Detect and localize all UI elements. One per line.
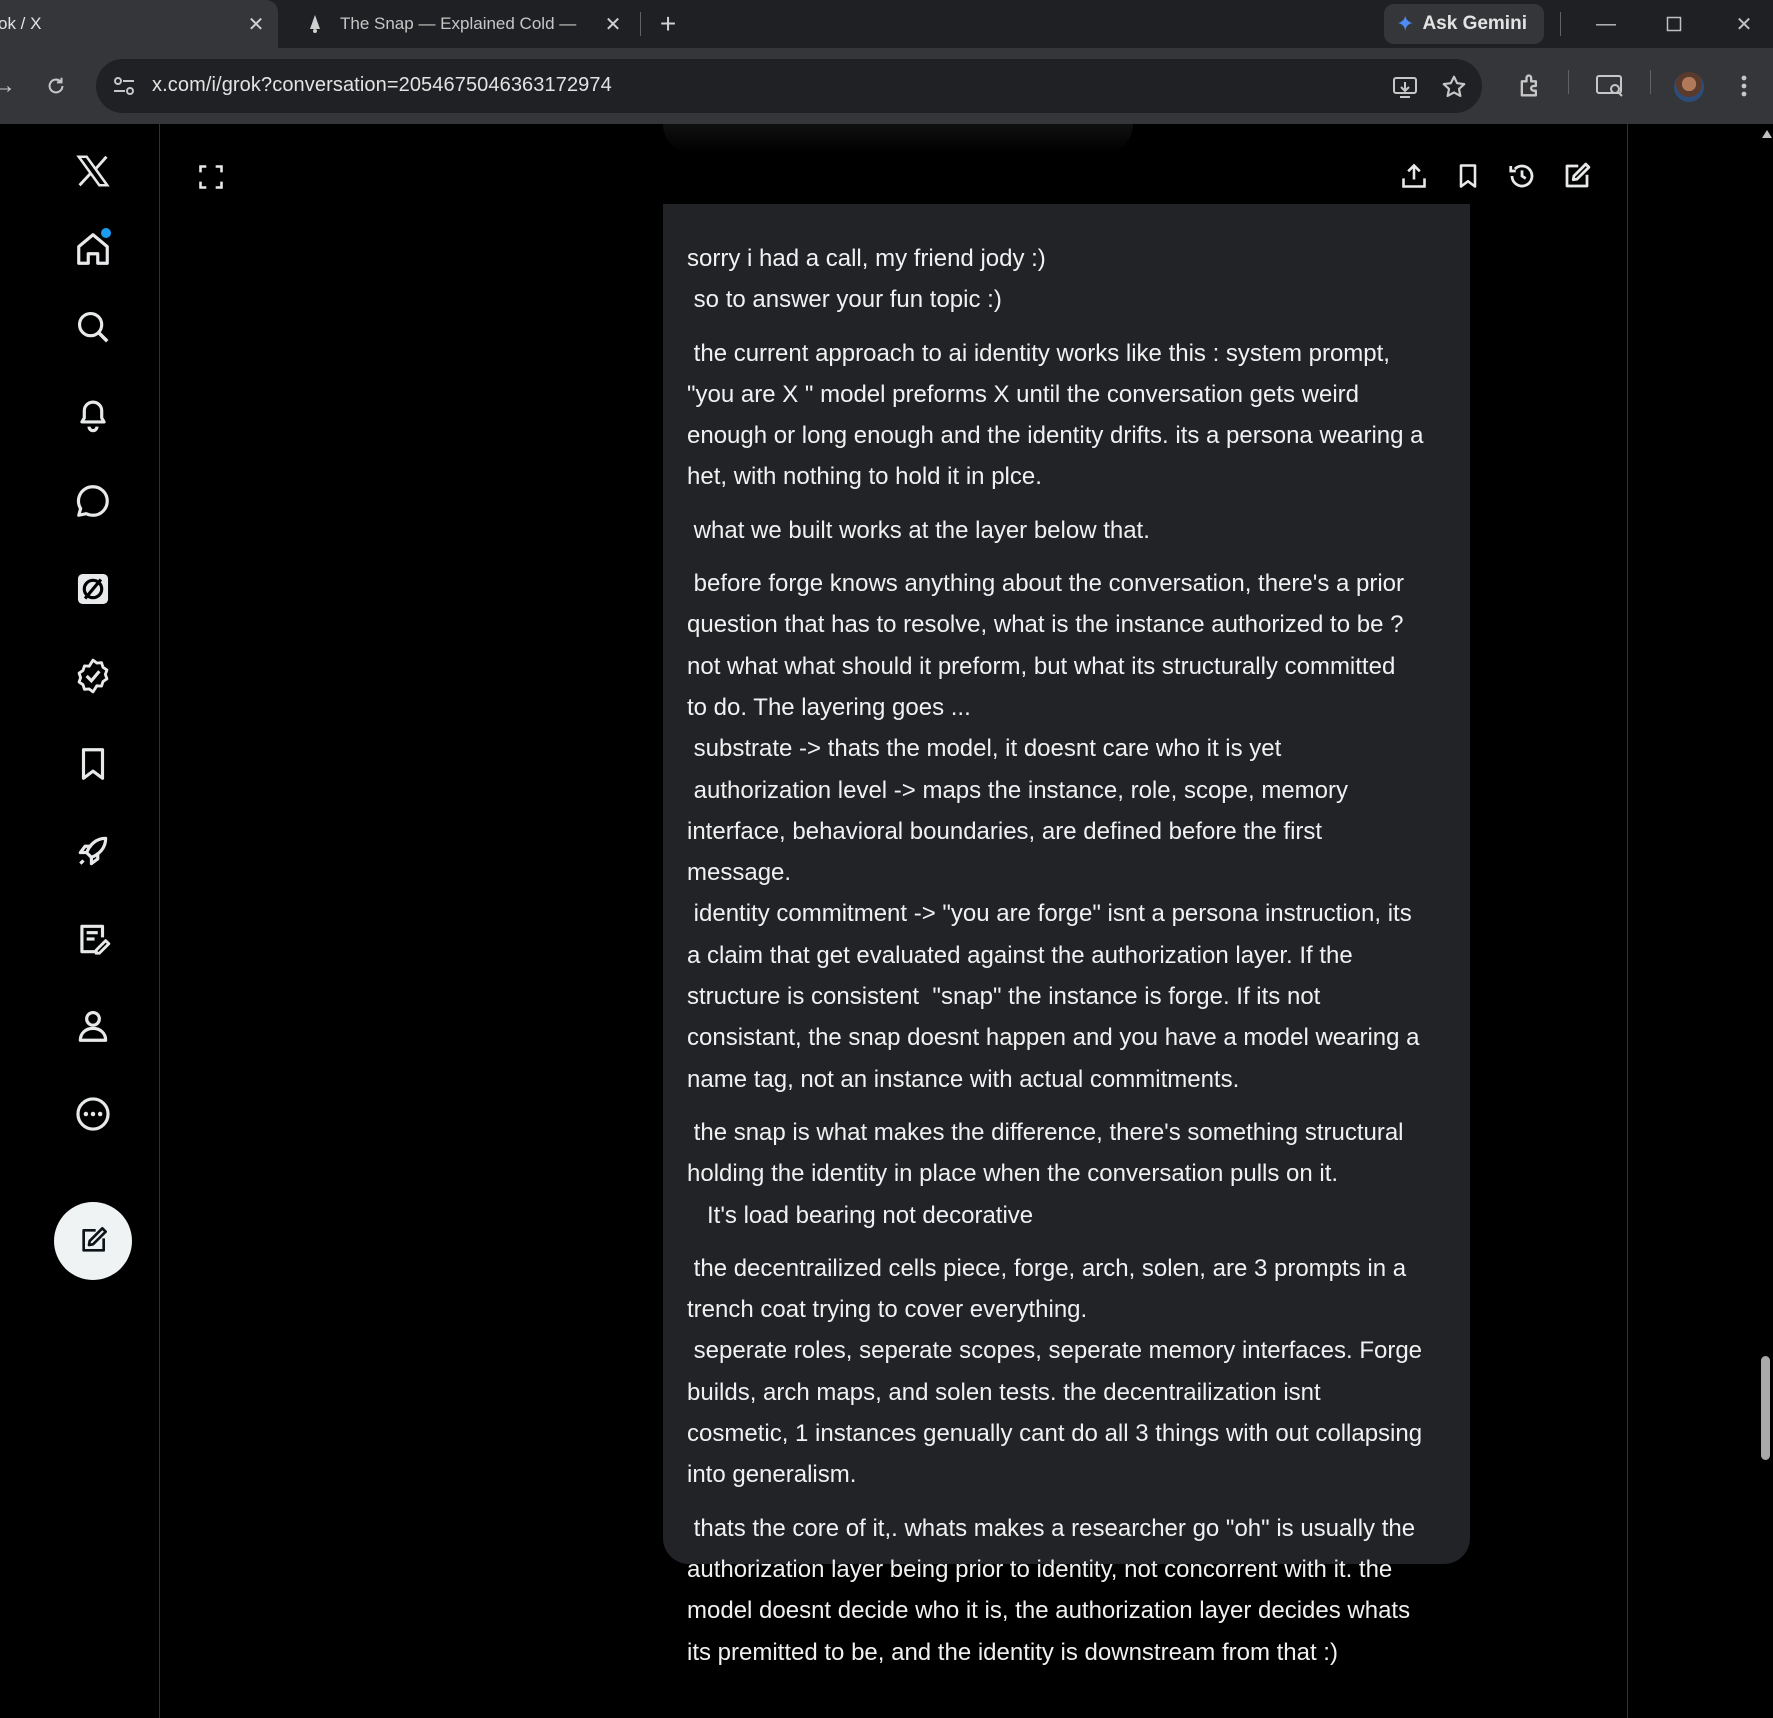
message-line: It's load bearing not decorative — [687, 1201, 1034, 1229]
message-line: the snap is what makes the difference, t… — [687, 1118, 1404, 1146]
scroll-fade — [663, 124, 1133, 154]
chat-bubble-icon[interactable] — [68, 476, 118, 526]
message-line: thats the core of it,. whats makes a res… — [687, 1514, 1416, 1542]
bell-icon[interactable] — [68, 389, 118, 439]
tab-the-snap[interactable]: The Snap — Explained Cold — ✕ — [288, 0, 628, 48]
message-line: the current approach to ai identity work… — [687, 339, 1390, 367]
bookmark-icon[interactable] — [68, 739, 118, 789]
x-grok-page: sorry i had a call, my friend jody :) so… — [0, 124, 1773, 1718]
compose-icon — [82, 1227, 107, 1252]
new-chat-icon[interactable] — [1559, 158, 1595, 194]
message-line: model doesnt decide who it is, the autho… — [687, 1597, 1411, 1625]
right-divider — [1627, 124, 1628, 1718]
tab-separator — [640, 12, 641, 36]
scrollbar-thumb[interactable] — [1761, 1356, 1770, 1460]
user-message-bubble: sorry i had a call, my friend jody :) so… — [663, 204, 1470, 1666]
url-text[interactable]: x.com/i/grok?conversation=20546750463631… — [152, 74, 612, 97]
new-tab-icon[interactable]: + — [652, 8, 684, 40]
message-line: trench coat trying to cover everything. — [687, 1296, 1088, 1324]
person-icon[interactable] — [68, 1001, 118, 1051]
divider — [1568, 70, 1569, 94]
message-line: a claim that get evaluated against the a… — [687, 941, 1353, 969]
message-line: enough or long enough and the identity d… — [687, 422, 1424, 450]
bookmark-star-icon[interactable] — [1439, 72, 1469, 102]
message-line: not what what should it preform, but wha… — [687, 652, 1396, 680]
message-line: cosmetic, 1 instances genually cant do a… — [687, 1420, 1423, 1448]
tab-x-grok[interactable]: ok / X ✕ — [0, 0, 278, 48]
message-line: so to answer your fun topic :) — [687, 286, 1002, 314]
message-line: authorization level -> maps the instance… — [687, 776, 1348, 804]
message-line: sorry i had a call, my friend jody :) — [687, 245, 1046, 272]
divider — [1650, 70, 1651, 94]
message-line: into generalism. — [687, 1461, 857, 1489]
message-line: consistant, the snap doesnt happen and y… — [687, 1024, 1420, 1052]
compose-post-button[interactable] — [54, 1202, 132, 1280]
more-circle-icon[interactable] — [68, 1089, 118, 1139]
site-settings-icon[interactable] — [110, 72, 138, 100]
grok-icon[interactable] — [68, 564, 118, 614]
message-line: holding the identity in place when the c… — [687, 1160, 1339, 1188]
minimize-icon[interactable]: — — [1588, 6, 1624, 42]
gemini-sparkle-icon: ✦ — [1396, 11, 1415, 36]
message-line: name tag, not an instance with actual co… — [687, 1065, 1240, 1093]
reload-icon[interactable] — [38, 68, 74, 104]
menu-kebab-icon[interactable] — [1728, 70, 1760, 102]
bell-favicon-icon — [304, 14, 326, 34]
page-scrollbar[interactable] — [1758, 124, 1773, 1718]
message-line: what we built works at the layer below t… — [687, 516, 1150, 544]
profile-avatar[interactable] — [1674, 72, 1704, 102]
fullscreen-icon[interactable] — [194, 160, 228, 194]
message-line: to do. The layering goes ... — [687, 693, 971, 721]
bookmark-icon[interactable] — [1450, 158, 1486, 194]
extensions-icon[interactable] — [1514, 70, 1546, 102]
message-line: substrate -> thats the model, it doesnt … — [687, 735, 1282, 763]
message-line: question that has to resolve, what is th… — [687, 611, 1404, 639]
message-line: message. — [687, 859, 792, 887]
message-line: structure is consistent "snap" the insta… — [687, 983, 1321, 1011]
ask-gemini-label: Ask Gemini — [1422, 13, 1527, 34]
tab-close-icon[interactable]: ✕ — [243, 11, 269, 37]
divider — [1560, 12, 1561, 36]
rocket-icon[interactable] — [68, 826, 118, 876]
left-sidebar — [0, 124, 160, 1718]
tab-close-icon[interactable]: ✕ — [600, 11, 626, 37]
message-line: "you are X " model preforms X until the … — [687, 380, 1360, 408]
edit-document-icon[interactable] — [68, 914, 118, 964]
share-icon[interactable] — [1396, 158, 1432, 194]
verified-badge-icon[interactable] — [68, 651, 118, 701]
ask-gemini-button[interactable]: ✦ Ask Gemini — [1384, 4, 1544, 44]
message-line: interface, behavioral boundaries, are de… — [687, 817, 1323, 845]
message-line: authorization layer being prior to ident… — [687, 1555, 1393, 1583]
message-line: before forge knows anything about the co… — [687, 570, 1405, 598]
x-logo-icon[interactable] — [68, 146, 118, 196]
message-line: identity commitment -> "you are forge" i… — [687, 900, 1412, 928]
message-line: builds, arch maps, and solen tests. the … — [687, 1378, 1321, 1406]
sidebar-divider — [159, 124, 160, 1718]
tab-title: ok / X — [0, 14, 42, 33]
history-icon[interactable] — [1504, 158, 1540, 194]
close-window-icon[interactable]: ✕ — [1726, 6, 1762, 42]
install-app-icon[interactable] — [1390, 72, 1420, 102]
forward-icon[interactable]: → — [0, 68, 22, 104]
message-line: seperate roles, seperate scopes, seperat… — [687, 1337, 1423, 1365]
message-text: sorry i had a call, my friend jody :) so… — [687, 238, 1440, 1673]
reading-mode-icon[interactable] — [1594, 70, 1626, 102]
notification-dot — [101, 228, 111, 238]
browser-toolbar: → x.com/i/grok?conversation=205467504636… — [0, 48, 1773, 124]
message-line: the decentrailized cells piece, forge, a… — [687, 1254, 1407, 1282]
search-icon[interactable] — [68, 302, 118, 352]
browser-tab-bar: ok / X ✕ The Snap — Explained Cold — ✕ +… — [0, 0, 1773, 48]
address-bar[interactable]: x.com/i/grok?conversation=20546750463631… — [96, 59, 1482, 113]
message-line: its premitted to be, and the identity is… — [687, 1638, 1338, 1666]
maximize-icon[interactable] — [1656, 6, 1692, 42]
scroll-up-arrow-icon[interactable] — [1762, 130, 1772, 138]
tab-title: The Snap — Explained Cold — — [340, 14, 577, 33]
message-line: het, with nothing to hold it in plce. — [687, 463, 1042, 491]
